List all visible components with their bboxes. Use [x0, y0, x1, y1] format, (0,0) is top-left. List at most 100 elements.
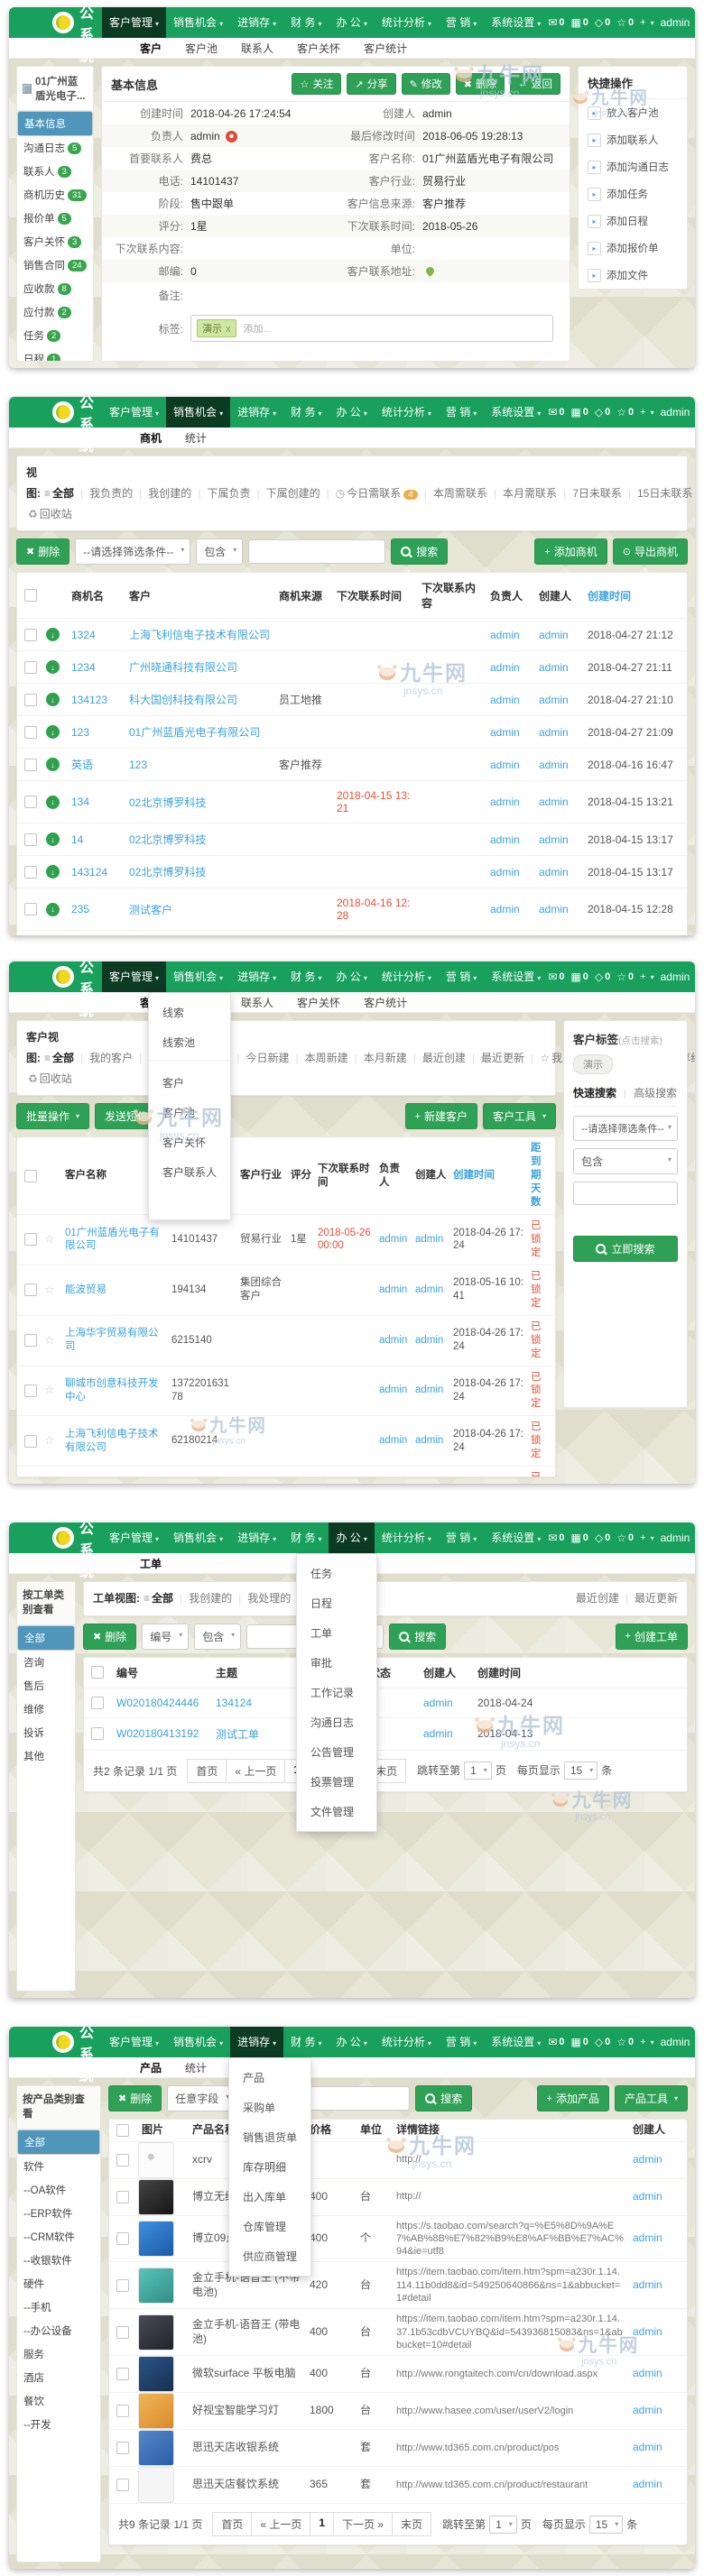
dropdown-item[interactable]: 沟通日志 — [297, 1707, 376, 1737]
tags-input[interactable]: 演示x 添加... — [190, 315, 553, 342]
creator-cell[interactable]: admin — [535, 858, 584, 887]
nav-menu-item[interactable]: 财 务 — [283, 7, 329, 38]
sidebar-item[interactable]: 任务2 — [17, 324, 93, 347]
quick-action-item[interactable]: 放入客户池 — [579, 99, 687, 126]
dropdown-item[interactable]: 客户 — [149, 1068, 230, 1098]
quick-action-item[interactable]: 添加日程 — [579, 207, 687, 235]
submenu-item[interactable]: 产品 — [140, 2060, 162, 2075]
row-checkbox[interactable] — [24, 726, 37, 739]
owner-cell[interactable]: admin — [486, 858, 535, 887]
sidebar-item[interactable]: --ERP软件 — [17, 2202, 100, 2225]
owner-cell[interactable]: admin — [376, 1228, 412, 1251]
creator-cell[interactable]: admin — [535, 825, 584, 854]
view-filter[interactable]: 最近更新 — [619, 1592, 678, 1605]
opportunity-link[interactable]: 1324 — [68, 621, 125, 649]
action-button[interactable]: ☆关注 — [292, 73, 341, 95]
delete-button[interactable]: ✖删除 — [83, 1624, 136, 1650]
nav-menu-item[interactable]: 营 销 — [439, 1523, 484, 1553]
dropdown-item[interactable]: 客户关怀 — [149, 1127, 230, 1157]
quick-action-item[interactable]: 添加联系人 — [579, 126, 687, 153]
view-filter[interactable]: 7日未联系 — [557, 487, 622, 500]
status-counter[interactable]: ▦0 — [570, 406, 588, 419]
product-image[interactable] — [138, 2393, 174, 2429]
creator-cell[interactable]: admin — [412, 1329, 450, 1352]
creator-cell[interactable]: admin — [535, 933, 584, 935]
quick-action-item[interactable]: 添加任务 — [579, 180, 687, 207]
nav-menu-item[interactable]: 系统设置 — [484, 397, 548, 428]
app-brand[interactable]: 办公系统 — [52, 2027, 95, 2085]
search-button[interactable]: 搜索 — [391, 538, 448, 565]
dropdown-item[interactable]: 供应商管理 — [229, 2241, 310, 2271]
sidebar-item[interactable]: 维修 — [17, 1697, 75, 1721]
dropdown-item[interactable]: 日程 — [297, 1588, 376, 1618]
dropdown-item[interactable]: 采购单 — [229, 2093, 310, 2122]
add-opportunity-button[interactable]: +添加商机 — [534, 538, 607, 565]
owner-cell[interactable]: admin — [376, 1430, 412, 1452]
opportunity-link[interactable]: 14 — [68, 825, 125, 854]
status-counter[interactable]: ✉0 — [548, 1532, 564, 1544]
search-button[interactable]: 搜索 — [415, 2085, 472, 2111]
sidebar-item[interactable]: --开发 — [17, 2413, 100, 2436]
nav-menu-item[interactable]: 进销存 — [230, 7, 283, 38]
submenu-item[interactable]: 客户统计 — [364, 41, 407, 56]
row-checkbox[interactable] — [24, 866, 37, 879]
nav-menu-item[interactable]: 客户管理 — [102, 7, 166, 38]
nav-menu-item[interactable]: 办 公 — [329, 961, 374, 992]
sidebar-item[interactable]: 服务 — [17, 2342, 100, 2366]
quick-add-menu[interactable]: + — [640, 2037, 653, 2047]
row-checkbox[interactable] — [24, 661, 37, 674]
opportunity-link[interactable]: 235 — [68, 895, 125, 924]
row-checkbox[interactable] — [24, 1385, 37, 1397]
nav-menu-item[interactable]: 营 销 — [439, 397, 484, 428]
user-menu[interactable]: admin — [661, 971, 690, 983]
nav-menu-item[interactable]: 销售机会 — [166, 2027, 230, 2057]
page-button[interactable]: 末页 — [392, 2512, 431, 2536]
row-checkbox[interactable] — [24, 903, 37, 915]
row-checkbox[interactable] — [24, 1435, 37, 1448]
create-workorder-button[interactable]: +创建工单 — [616, 1624, 688, 1650]
jump-page-select[interactable]: 1 — [489, 2516, 517, 2534]
sidebar-item[interactable]: 全部 — [17, 2130, 100, 2155]
sidebar-item[interactable]: --CRM软件 — [17, 2225, 100, 2249]
owner-cell[interactable]: admin — [486, 787, 535, 816]
dropdown-item[interactable]: 文件管理 — [297, 1797, 376, 1826]
favorite-star-icon[interactable] — [44, 1433, 62, 1449]
column-header[interactable]: 主题 — [212, 1658, 302, 1688]
page-button[interactable]: 下一页 » — [333, 2512, 393, 2536]
column-header[interactable]: 创建人 — [420, 1658, 474, 1688]
column-header[interactable]: 负责人 — [376, 1158, 412, 1194]
customer-link[interactable]: 02北京博罗科技 — [125, 856, 275, 888]
action-button[interactable]: ✖删除 — [456, 73, 505, 95]
detail-url-cell[interactable]: http://www.td365.com.cn/product/restaura… — [393, 2475, 629, 2495]
creator-cell[interactable]: admin — [629, 2186, 680, 2208]
owner-cell[interactable]: admin — [486, 750, 535, 779]
detail-url-cell[interactable]: https://item.taobao.com/item.htm?spm=a23… — [393, 2262, 629, 2308]
nav-menu-item[interactable]: 办 公 — [329, 1523, 374, 1553]
opportunity-link[interactable]: 1234 — [68, 653, 125, 682]
row-checkbox[interactable] — [116, 2326, 129, 2339]
status-counter[interactable]: ▦0 — [570, 1532, 588, 1544]
detail-url-cell[interactable]: http:// — [393, 2149, 629, 2169]
row-checkbox[interactable] — [116, 2279, 129, 2292]
sidebar-item[interactable]: --收银软件 — [17, 2249, 100, 2272]
quick-add-menu[interactable]: + — [640, 1532, 653, 1543]
opportunity-link[interactable]: 134 — [68, 787, 125, 816]
export-opportunity-button[interactable]: ⊙导出商机 — [613, 538, 688, 565]
customer-link[interactable]: 上海飞利信电子技术有限公司 — [62, 1423, 169, 1459]
creator-cell[interactable]: admin — [420, 1688, 474, 1717]
view-filter[interactable]: ≡全部 — [144, 1592, 173, 1605]
column-header[interactable]: 创建人 — [412, 1164, 450, 1187]
owner-cell[interactable]: admin — [376, 1379, 412, 1402]
filter-op-select[interactable]: 包含 — [194, 1624, 241, 1650]
opportunity-link[interactable]: 123 — [68, 718, 125, 747]
workorder-subject-link[interactable]: 134124 — [212, 1688, 302, 1717]
view-filter[interactable]: ◷今日需联系4 — [320, 487, 418, 500]
sidebar-item[interactable]: 销售合同24 — [17, 253, 93, 277]
per-page-select[interactable]: 15 — [589, 2516, 623, 2534]
row-checkbox[interactable] — [24, 1334, 37, 1347]
nav-menu-item[interactable]: 统计分析 — [375, 2027, 439, 2057]
app-brand[interactable]: 办公系统 — [52, 7, 95, 66]
nav-menu-item[interactable]: 销售机会 — [166, 961, 230, 992]
creator-cell[interactable]: admin — [629, 2149, 680, 2171]
dropdown-item[interactable]: 投票管理 — [297, 1767, 376, 1797]
